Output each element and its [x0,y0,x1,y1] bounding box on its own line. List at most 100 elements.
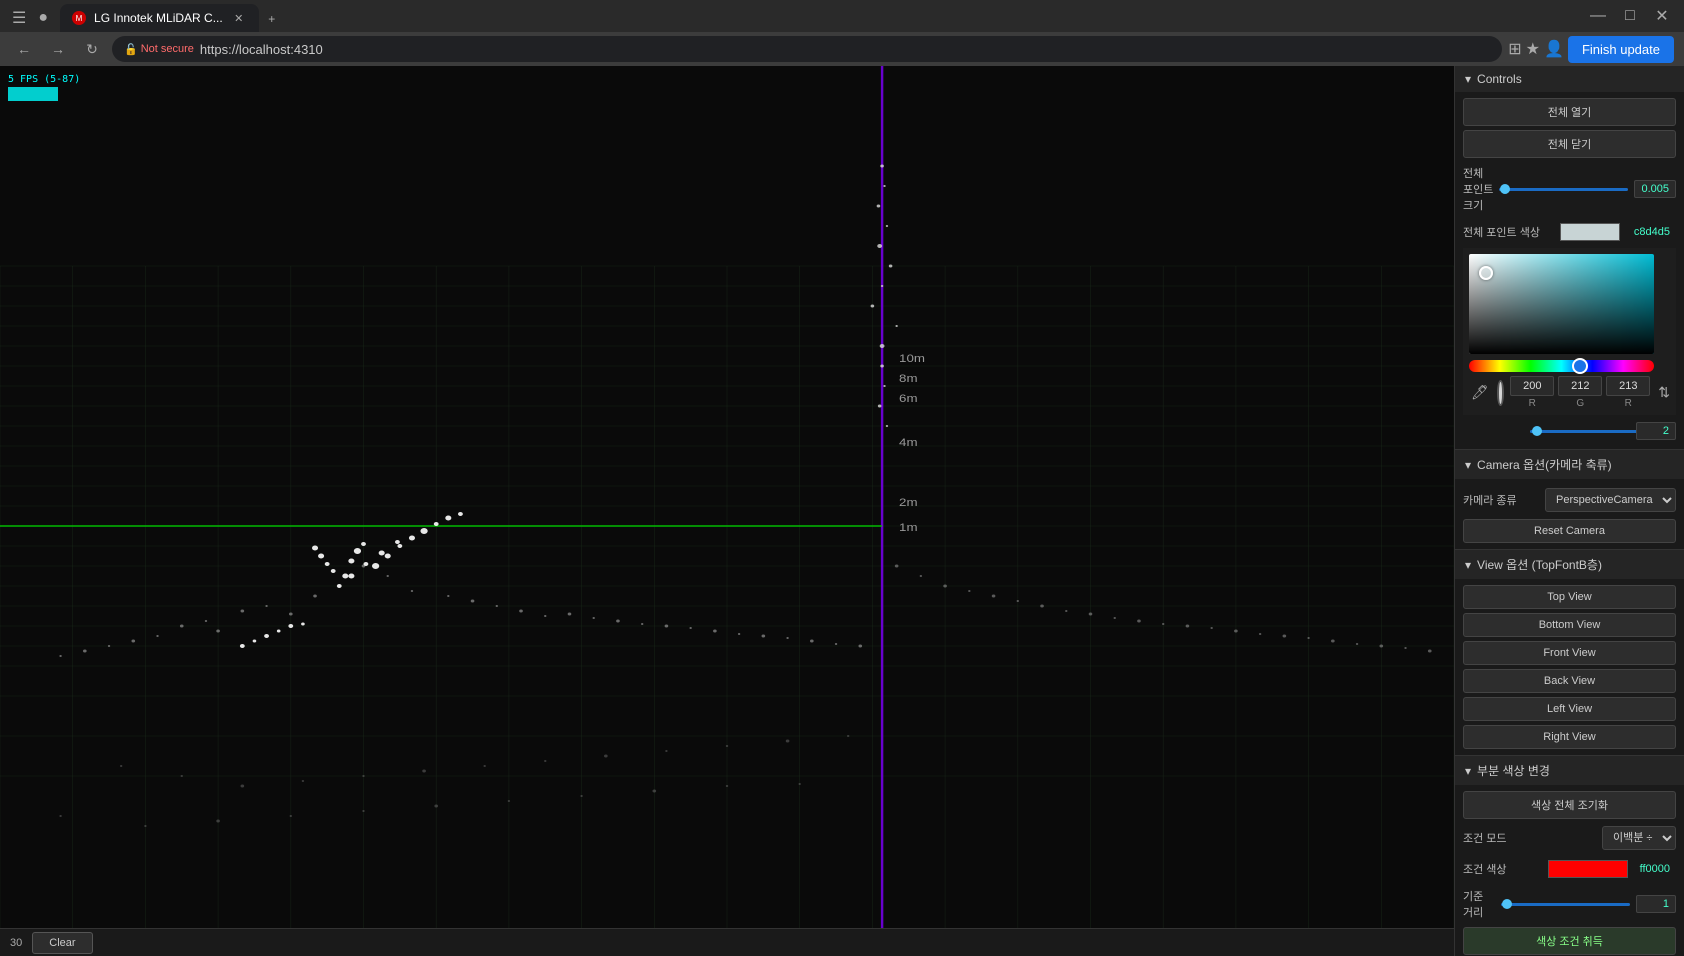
maximize-button[interactable]: □ [1616,2,1644,30]
g-label: G [1576,398,1584,409]
address-bar-row: ← → ↻ 🔓 Not secure https://localhost:431… [0,32,1684,66]
view-options-section: ▾ View 옵션 (TopFontB층) Top View Bottom Vi… [1455,550,1684,756]
camera-section-content: 카메라 종류 PerspectiveCamera Reset Camera [1455,479,1684,549]
color-change-label: 부분 색상 변경 [1477,762,1550,779]
view-section-label: View 옵션 (TopFontB층) [1477,556,1602,573]
minimize-button[interactable]: — [1584,2,1612,30]
color-change-header[interactable]: ▾ 부분 색상 변경 [1455,756,1684,785]
rgb-inputs: R G R [1510,376,1650,409]
condition-color-hex: ff0000 [1634,861,1676,877]
camera-collapse-icon: ▾ [1465,458,1471,472]
left-view-button[interactable]: Left View [1463,697,1676,721]
browser-chrome: ☰ ● M LG Innotek MLiDAR C... ✕ + — □ ✕ ←… [0,0,1684,66]
lock-icon: 🔓 [124,43,138,56]
extra-slider-container [1530,430,1630,433]
color-change-content: 색상 전체 조기화 조건 모드 이백분 ÷ 조건 색상 ff0000 기준 거리 [1455,785,1684,956]
fps-counter: 5 FPS (5-87) [8,74,80,101]
color-picker-dot[interactable] [1479,266,1493,280]
color-mode-toggle[interactable]: ⇅ [1658,384,1670,401]
base-distance-row: 기준 거리 1 [1463,885,1676,923]
finish-update-button[interactable]: Finish update [1568,36,1674,63]
chrome-menu-icon[interactable]: ☰ [8,4,30,32]
reload-button[interactable]: ↻ [78,35,106,63]
browser-right-icons: ⊞ ★ 👤 Finish update [1508,36,1674,63]
profile-button[interactable]: 👤 [1544,39,1564,59]
bottom-status-bar: 30 Clear [0,928,1454,956]
extra-value: 2 [1636,422,1676,440]
color-reset-button[interactable]: 색상 전체 조기화 [1463,791,1676,819]
controls-section-label: Controls [1477,72,1522,86]
active-tab[interactable]: M LG Innotek MLiDAR C... ✕ [60,4,259,32]
controls-section-header[interactable]: ▾ Controls [1455,66,1684,92]
clear-button[interactable]: Clear [32,932,92,954]
tab-bar: ☰ ● M LG Innotek MLiDAR C... ✕ + [8,0,285,32]
camera-options-section: ▾ Camera 옵션(카메라 축류) 카메라 종류 PerspectiveCa… [1455,450,1684,550]
view-section-header[interactable]: ▾ View 옵션 (TopFontB층) [1455,550,1684,579]
camera-section-header[interactable]: ▾ Camera 옵션(카메라 축류) [1455,450,1684,479]
browser-titlebar: ☰ ● M LG Innotek MLiDAR C... ✕ + — □ ✕ [0,0,1684,32]
main-layout: 10m 8m 6m 4m 2m 1m 5 FPS (5-87) 30 Clear… [0,66,1684,956]
point-cloud-canvas: 10m 8m 6m 4m 2m 1m [0,66,1454,956]
extra-slider-row: 2 [1463,419,1676,443]
color-gradient-area[interactable] [1469,254,1654,354]
view-section-content: Top View Bottom View Front View Back Vie… [1455,579,1684,755]
fps-bar [8,87,58,101]
bookmark-button[interactable]: ★ [1526,39,1540,59]
base-distance-slider[interactable] [1501,903,1630,906]
right-view-button[interactable]: Right View [1463,725,1676,749]
top-view-button[interactable]: Top View [1463,585,1676,609]
close-button[interactable]: ✕ [1648,2,1676,30]
fps-label: 5 FPS (5-87) [8,74,80,85]
svg-text:8m: 8m [899,372,917,385]
point-color-label: 전체 포인트 색상 [1463,224,1554,240]
r-input[interactable] [1510,376,1554,396]
camera-type-select[interactable]: PerspectiveCamera [1545,488,1676,512]
controls-collapse-icon: ▾ [1465,72,1471,86]
base-distance-label: 기준 거리 [1463,888,1495,920]
front-view-button[interactable]: Front View [1463,641,1676,665]
condition-mode-select[interactable]: 이백분 ÷ [1602,826,1676,850]
point-size-slider-container [1499,188,1628,191]
open-all-button[interactable]: 전체 열기 [1463,98,1676,126]
new-tab-button[interactable]: + [259,6,285,32]
point-color-hex: c8d4d5 [1626,224,1676,240]
hue-slider[interactable] [1469,360,1654,372]
not-secure-indicator: 🔓 Not secure [124,43,194,56]
cast-button[interactable]: ⊞ [1508,39,1521,59]
r-label: R [1529,398,1536,409]
bottom-view-button[interactable]: Bottom View [1463,613,1676,637]
profile-icon[interactable]: ● [34,5,52,31]
viewport[interactable]: 10m 8m 6m 4m 2m 1m 5 FPS (5-87) 30 Clear [0,66,1454,956]
condition-mode-label: 조건 모드 [1463,830,1596,846]
reset-camera-button[interactable]: Reset Camera [1463,519,1676,543]
svg-text:6m: 6m [899,392,917,405]
g-input[interactable] [1558,376,1602,396]
not-secure-label: Not secure [141,43,194,55]
window-controls: — □ ✕ [1584,2,1676,30]
forward-button[interactable]: → [44,35,72,63]
controls-section: ▾ Controls 전체 열기 전체 닫기 전체 포인트 크기 0.005 전… [1455,66,1684,450]
color-preview-box[interactable] [1560,223,1620,241]
color-change-collapse-icon: ▾ [1465,764,1471,778]
close-all-button[interactable]: 전체 닫기 [1463,130,1676,158]
address-box[interactable]: 🔓 Not secure https://localhost:4310 [112,36,1502,62]
r-input-group: R [1510,376,1554,409]
url-text: https://localhost:4310 [200,42,323,57]
apply-condition-button[interactable]: 색상 조건 취득 [1463,927,1676,955]
back-button[interactable]: ← [10,35,38,63]
right-panel: ▾ Controls 전체 열기 전체 닫기 전체 포인트 크기 0.005 전… [1454,66,1684,956]
back-view-button[interactable]: Back View [1463,669,1676,693]
condition-color-box[interactable] [1548,860,1628,878]
point-size-value: 0.005 [1634,180,1676,198]
b-input[interactable] [1606,376,1650,396]
point-size-slider[interactable] [1499,188,1628,191]
tab-close-button[interactable]: ✕ [231,10,247,26]
condition-color-row: 조건 색상 ff0000 [1463,857,1676,881]
eyedropper-button[interactable]: 🖊 [1469,382,1491,403]
svg-text:10m: 10m [899,352,925,365]
tab-favicon: M [72,11,86,25]
base-distance-value: 1 [1636,895,1676,913]
tab-label: LG Innotek MLiDAR C... [94,11,223,25]
condition-mode-row: 조건 모드 이백분 ÷ [1463,823,1676,853]
camera-type-label: 카메라 종류 [1463,492,1539,508]
